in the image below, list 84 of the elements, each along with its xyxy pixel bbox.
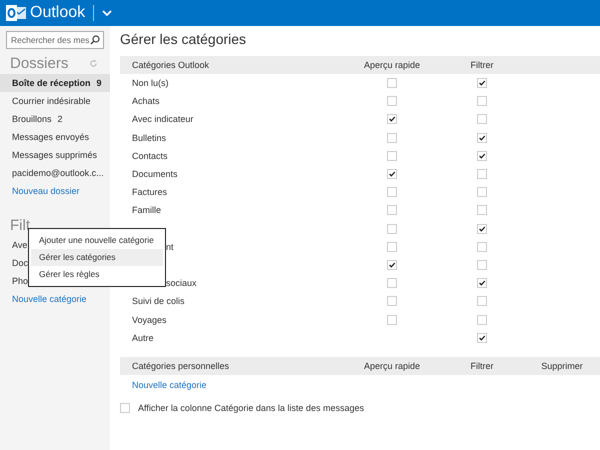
checkbox-label: Afficher la colonne Catégorie dans la liste des messages [138, 402, 364, 413]
check-icon [478, 134, 486, 142]
checkbox[interactable] [477, 96, 487, 106]
category-name: Autre [132, 332, 155, 343]
unread-count: 2 [58, 114, 63, 124]
column-header: Filtrer [470, 360, 494, 371]
checkbox[interactable] [477, 150, 487, 161]
category-name: Achats [132, 96, 161, 106]
checkbox[interactable] [120, 402, 130, 413]
checkbox[interactable] [477, 278, 487, 288]
checkbox[interactable] [387, 314, 397, 325]
unread-count: 9 [96, 78, 102, 88]
column-header: Filtrer [470, 60, 494, 70]
new-category-link[interactable]: Nouvelle catégorie [120, 376, 600, 394]
check-icon [478, 224, 486, 233]
checkbox[interactable] [477, 169, 487, 180]
menu-item[interactable]: Gérer les règles [31, 266, 163, 283]
column-header: Aperçu rapide [362, 360, 422, 371]
checkbox[interactable] [387, 242, 397, 252]
checkbox[interactable] [477, 114, 487, 124]
checkbox[interactable] [477, 260, 487, 270]
column-header: Supprimer [540, 360, 584, 371]
folder-item[interactable]: Courrier indésirable [0, 92, 110, 110]
checkbox[interactable] [477, 332, 487, 343]
folder-item[interactable]: Boîte de réception 9 [0, 74, 110, 92]
checkbox[interactable] [387, 224, 397, 234]
checkbox[interactable] [387, 296, 397, 306]
chevron-down-icon [102, 10, 112, 16]
app-name: Outlook [30, 4, 86, 22]
section-title: Dossiers [10, 55, 68, 72]
checkbox[interactable] [387, 96, 397, 106]
category-name: Non lu(s) [132, 78, 170, 88]
check-icon [478, 152, 486, 160]
column-header: Catégories personnelles [132, 360, 230, 371]
checkbox[interactable] [477, 224, 487, 234]
checkbox[interactable] [477, 296, 487, 306]
checkbox[interactable] [477, 78, 487, 88]
search-field[interactable]: Rechercher des mes [6, 31, 104, 49]
page-title: Gérer les catégories [120, 30, 248, 49]
checkbox[interactable] [387, 114, 397, 124]
menu-item[interactable]: Gérer les catégories [31, 249, 163, 266]
category-name: sociaux [165, 278, 198, 288]
category-name: Suivi de colis [132, 296, 186, 306]
checkbox[interactable] [477, 132, 487, 143]
mail-logo-icon [6, 5, 26, 21]
app-menu-button[interactable] [102, 10, 112, 16]
folder-item[interactable]: Brouillons 2 [0, 110, 110, 128]
category-name: Voyages [132, 314, 168, 325]
search-icon [90, 35, 100, 45]
folder-item[interactable]: Messages envoyés [0, 128, 110, 146]
checkbox[interactable] [387, 169, 397, 180]
checkbox[interactable] [387, 260, 397, 270]
category-name: Contacts [132, 150, 169, 161]
checkbox[interactable] [387, 205, 397, 216]
category-name: Bulletins [132, 132, 168, 143]
section-title: Filt [10, 217, 30, 234]
new-folder-link[interactable]: Nouveau dossier [0, 182, 110, 200]
category-name: Factures [132, 187, 168, 198]
category-name: Documents [132, 169, 179, 180]
folder-item[interactable]: Messages supprimés [0, 146, 110, 164]
checkbox[interactable] [387, 187, 397, 198]
check-icon [388, 170, 396, 178]
checkbox[interactable] [387, 278, 397, 288]
refresh-icon [89, 59, 98, 68]
new-category-link[interactable]: Nouvelle catégorie [0, 290, 110, 308]
menu-item[interactable]: Ajouter une nouvelle catégorie [31, 232, 163, 249]
checkbox[interactable] [387, 78, 397, 88]
checkbox[interactable] [477, 314, 487, 325]
check-icon [388, 260, 396, 269]
checkbox[interactable] [387, 132, 397, 143]
checkbox[interactable] [477, 205, 487, 216]
checkbox[interactable] [477, 187, 487, 198]
folder-item[interactable]: pacidemo@outlook.c... [0, 164, 110, 182]
column-header: Aperçu rapide [362, 60, 422, 70]
column-header: Catégories Outlook [132, 60, 210, 70]
check-icon [388, 115, 396, 124]
check-icon [478, 334, 486, 342]
check-icon [478, 279, 486, 288]
category-name: nt [165, 242, 175, 252]
category-name: Famille [132, 205, 162, 216]
checkbox[interactable] [477, 242, 487, 252]
check-icon [478, 79, 486, 88]
checkbox[interactable] [387, 150, 397, 161]
category-name: Avec indicateur [132, 114, 194, 124]
